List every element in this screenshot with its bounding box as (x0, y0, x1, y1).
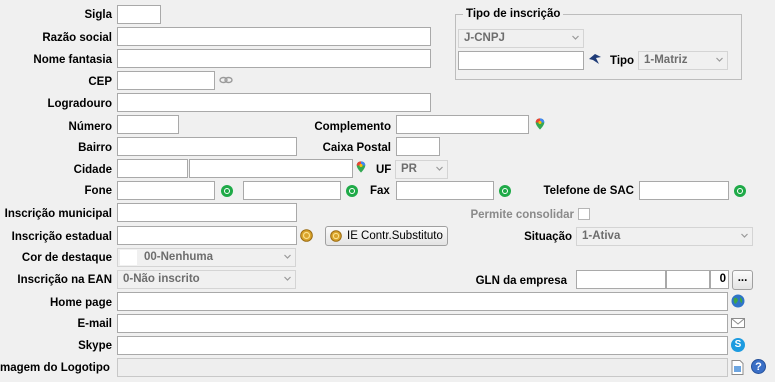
situacao-label: Situação (524, 231, 572, 243)
caixa-postal-label: Caixa Postal (322, 142, 391, 154)
fax-input[interactable] (396, 181, 494, 200)
tipo-inscricao-legend: Tipo de inscrição (466, 8, 561, 20)
inscricao-municipal-label: Inscrição municipal (4, 208, 112, 220)
logotipo-label: magem do Logotipo (0, 362, 110, 374)
map-pin-icon[interactable] (534, 118, 546, 130)
caixa-postal-input[interactable] (396, 137, 440, 156)
cidade-name-input[interactable] (189, 159, 353, 178)
uf-select[interactable]: PR (395, 160, 448, 179)
link-icon[interactable] (219, 74, 233, 86)
cor-destaque-label: Cor de destaque (21, 252, 112, 264)
whatsapp-icon[interactable] (734, 185, 746, 197)
cidade-code-input[interactable] (117, 159, 188, 178)
inscricao-ean-select[interactable]: 0-Não inscrito (117, 270, 296, 289)
inscricao-ean-label: Inscrição na EAN (17, 274, 112, 286)
logradouro-label: Logradouro (47, 98, 112, 110)
inscricao-estadual-label: Inscrição estadual (11, 231, 112, 243)
sigla-input[interactable] (117, 5, 161, 24)
telefone-sac-input[interactable] (639, 181, 729, 200)
chevron-down-icon (572, 35, 579, 40)
whatsapp-icon[interactable] (499, 185, 511, 197)
coins-icon[interactable] (300, 229, 313, 242)
envelope-icon[interactable] (731, 317, 745, 329)
cidade-label: Cidade (73, 164, 112, 176)
cor-destaque-value: 00-Nenhuma (144, 251, 214, 263)
fone-1-input[interactable] (117, 181, 215, 200)
chevron-down-icon (284, 254, 291, 259)
gln-more-button[interactable]: ... (732, 270, 753, 290)
map-pin-icon[interactable] (355, 161, 367, 173)
logradouro-input[interactable] (117, 93, 431, 112)
skype-input[interactable] (117, 336, 728, 355)
chevron-down-icon (284, 276, 291, 281)
uf-value: PR (401, 163, 417, 175)
complemento-input[interactable] (396, 115, 529, 134)
doc-type-value: J-CNPJ (464, 32, 505, 44)
nome-fantasia-input[interactable] (117, 49, 431, 68)
bairro-input[interactable] (117, 137, 297, 156)
home-page-input[interactable] (117, 292, 728, 311)
skype-label: Skype (78, 340, 112, 352)
bairro-label: Bairro (78, 142, 112, 154)
skype-icon[interactable]: S (731, 338, 745, 352)
home-page-label: Home page (50, 297, 112, 309)
logotipo-input (117, 358, 728, 377)
nome-fantasia-label: Nome fantasia (33, 54, 112, 66)
ie-substituto-label: IE Contr.Substituto (347, 230, 443, 242)
fone-label: Fone (84, 185, 112, 197)
complemento-label: Complemento (314, 121, 391, 133)
image-file-icon[interactable] (731, 360, 744, 375)
situacao-value: 1-Ativa (582, 230, 621, 242)
gln-check-digit[interactable]: 0 (710, 270, 729, 289)
cor-destaque-select[interactable]: 00-Nenhuma (117, 248, 296, 267)
chevron-down-icon (716, 57, 723, 62)
fone-2-input[interactable] (243, 181, 341, 200)
receita-federal-icon[interactable] (588, 53, 602, 65)
inscricao-municipal-input[interactable] (117, 203, 297, 222)
numero-label: Número (68, 121, 112, 133)
cep-label: CEP (88, 76, 112, 88)
email-input[interactable] (117, 314, 728, 333)
tipo-label: Tipo (610, 55, 635, 67)
whatsapp-icon[interactable] (221, 185, 233, 197)
tipo-value: 1-Matriz (644, 54, 688, 66)
inscricao-ean-value: 0-Não inscrito (123, 273, 200, 285)
globe-icon[interactable] (731, 294, 745, 308)
fax-label: Fax (370, 185, 390, 197)
chevron-down-icon (741, 233, 748, 238)
cnpj-input[interactable] (458, 51, 584, 70)
ie-substituto-button[interactable]: IE Contr.Substituto (325, 226, 448, 246)
gln-prefix-input[interactable] (576, 270, 666, 289)
razao-social-label: Razão social (42, 32, 112, 44)
permite-consolidar-label: Permite consolidar (470, 209, 574, 221)
cep-input[interactable] (117, 71, 215, 90)
gln-empresa-label: GLN da empresa (475, 275, 567, 287)
permite-consolidar-checkbox[interactable] (578, 208, 590, 220)
chevron-down-icon (436, 166, 443, 171)
uf-label: UF (376, 164, 392, 176)
gln-number-input[interactable] (666, 270, 710, 289)
whatsapp-icon[interactable] (346, 185, 358, 197)
coins-icon (330, 230, 342, 242)
color-swatch (120, 250, 137, 265)
razao-social-input[interactable] (117, 27, 431, 46)
email-label: E-mail (77, 318, 112, 330)
numero-input[interactable] (117, 115, 179, 134)
inscricao-estadual-input[interactable] (117, 226, 297, 245)
doc-type-select[interactable]: J-CNPJ (458, 29, 584, 48)
situacao-select[interactable]: 1-Ativa (576, 227, 753, 246)
help-icon[interactable]: ? (751, 359, 766, 374)
tipo-select[interactable]: 1-Matriz (638, 51, 728, 70)
sigla-label: Sigla (84, 9, 112, 21)
telefone-sac-label: Telefone de SAC (543, 185, 634, 197)
